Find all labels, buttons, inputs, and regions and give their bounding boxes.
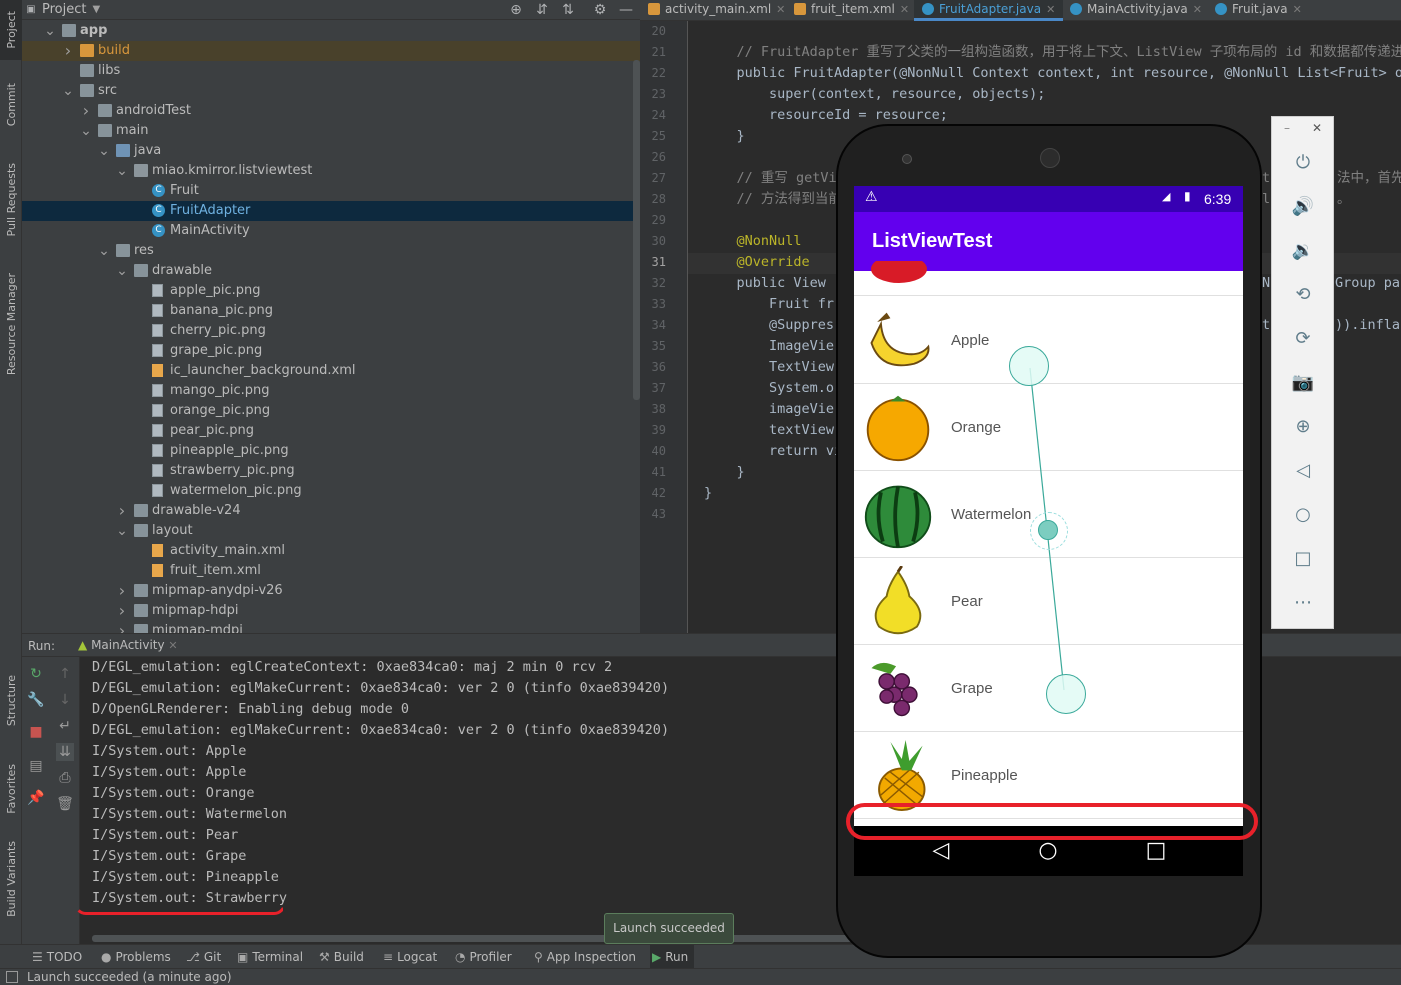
touch-point-start (1009, 346, 1049, 386)
red-highlight-annotation (846, 803, 1258, 840)
touch-point-mid (1038, 520, 1058, 540)
touch-point-end (1046, 674, 1086, 714)
